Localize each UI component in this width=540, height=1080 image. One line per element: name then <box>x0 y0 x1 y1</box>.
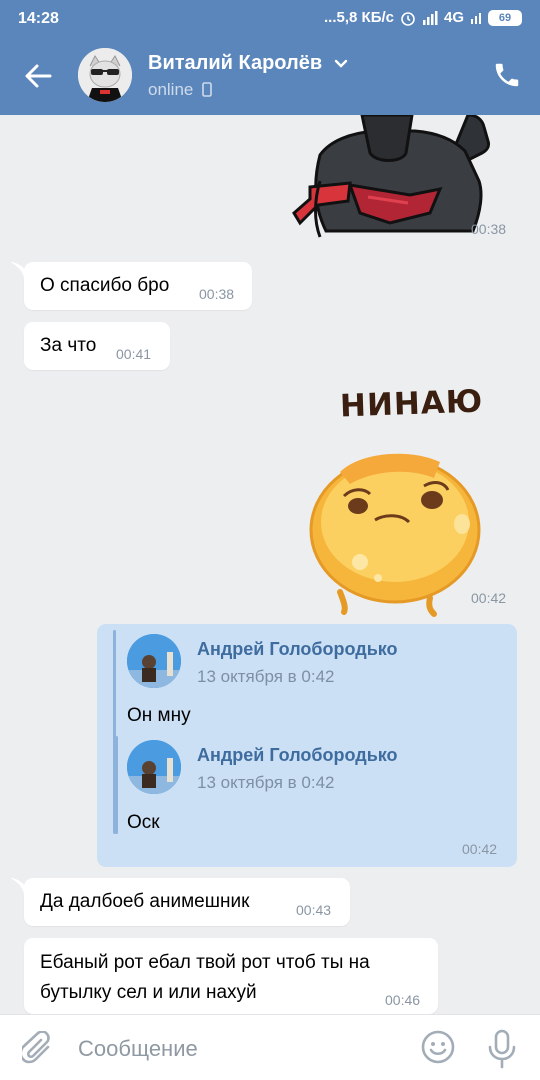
message-text-line-1: Ебаный рот ебал твой рот чтоб ты на <box>40 952 370 973</box>
network-type: 4G <box>443 9 464 26</box>
message-input[interactable] <box>78 1029 398 1069</box>
status-time: 14:28 <box>18 10 59 27</box>
nested-date: 13 октября в 0:42 <box>197 773 335 792</box>
status-indicators: ...5,8 КБ/с 4G 69 <box>324 9 522 26</box>
message-text: Да далбоеб анимешник <box>40 891 250 912</box>
message-composer <box>0 1014 540 1080</box>
signal-icon <box>422 10 438 25</box>
forwarded-author-name[interactable]: Андрей Голобородько <box>197 639 398 660</box>
forwarded-date: 13 октября в 0:42 <box>197 667 335 686</box>
status-bar: 14:28 ...5,8 КБ/с 4G 69 <box>0 0 540 36</box>
message-text: За что <box>40 335 97 356</box>
message-bubble-incoming[interactable]: Да далбоеб анимешник 00:43 <box>24 878 350 926</box>
phone-icon[interactable] <box>492 60 522 90</box>
battery-icon: 69 <box>488 9 522 26</box>
back-button[interactable] <box>20 58 56 94</box>
sticker-armored-character[interactable]: 00:38 <box>280 113 510 240</box>
message-time: 00:38 <box>471 221 507 237</box>
message-time: 00:41 <box>116 346 152 362</box>
message-bubble-incoming[interactable]: Ебаный рот ебал твой рот чтоб ты на буты… <box>24 938 438 1014</box>
message-text: О спасибо бро <box>40 275 170 296</box>
contact-avatar[interactable] <box>78 48 132 102</box>
message-time: 00:38 <box>199 286 235 302</box>
message-bubble-incoming[interactable]: За что 00:41 <box>24 322 170 370</box>
contact-name[interactable]: Виталий Каролёв <box>148 52 348 75</box>
message-text-line-2: бутылку сел и или нахуй <box>40 982 257 1003</box>
contact-status: online <box>148 80 212 100</box>
signal-icon-2 <box>471 12 481 24</box>
sticker-yellow-blob[interactable]: НИНАЮ 00:42 <box>300 382 510 617</box>
message-time: 00:43 <box>296 902 332 918</box>
chevron-down-icon <box>334 59 347 68</box>
message-bubble-incoming[interactable]: О спасибо бро 00:38 <box>24 262 252 310</box>
microphone-icon[interactable] <box>486 1029 518 1069</box>
nested-quote-bar <box>115 736 118 834</box>
nested-author-name[interactable]: Андрей Голобородько <box>197 745 398 766</box>
forwarded-text: Он мну <box>127 705 191 726</box>
nested-text: Оск <box>127 812 160 833</box>
message-time: 00:46 <box>385 992 421 1008</box>
nested-author-avatar[interactable] <box>127 740 181 794</box>
message-time: 00:42 <box>462 841 498 857</box>
contact-name-text: Виталий Каролёв <box>148 52 323 74</box>
alarm-icon <box>401 11 415 26</box>
smile-icon[interactable] <box>420 1029 456 1065</box>
cat-avatar-icon <box>78 48 132 102</box>
chat-header: 14:28 ...5,8 КБ/с 4G 69 Виталий Каролёв … <box>0 0 540 115</box>
forwarded-author-avatar[interactable] <box>127 634 181 688</box>
paperclip-icon[interactable] <box>22 1031 56 1067</box>
message-bubble-outgoing-forwarded[interactable]: Андрей Голобородько 13 октября в 0:42 Он… <box>97 624 517 867</box>
online-status-text: online <box>148 80 194 99</box>
network-speed: ...5,8 КБ/с <box>324 9 394 26</box>
person-photo-icon <box>127 634 181 688</box>
mobile-icon <box>202 82 212 97</box>
message-time: 00:42 <box>471 590 507 606</box>
person-photo-icon <box>127 740 181 794</box>
